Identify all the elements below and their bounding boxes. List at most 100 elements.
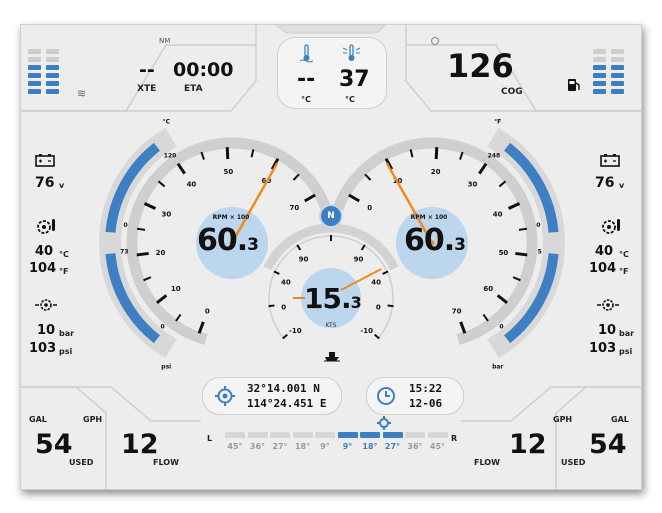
right-gph-label: GPH [553,415,573,424]
tach-tick [156,294,168,305]
rudder-angle-label: 9° [342,442,353,451]
compass-button[interactable]: N [319,204,343,228]
latitude: 32°14.001 N [247,382,320,395]
side-gauge-top-label: 120 [164,153,177,160]
tach-tick-label: 30 [468,181,478,189]
tach-tick-label: 50 [224,168,234,176]
rudder-segment [382,432,403,438]
rudder-segment [315,432,335,438]
right-rpm-label: RPM × 100 [410,214,448,221]
tach-tick [507,202,521,210]
tach-tick [175,313,182,322]
tach-tick [459,321,467,334]
speed-tick-label: -10 [289,327,302,335]
side-gauge-top-label: 248 [488,153,501,160]
speed-tick [268,304,275,308]
side-gauge-pressure-unit: psi [161,364,171,371]
tach-tick-label: 0 [205,308,210,316]
longitude: 114°24.451 E [247,397,327,410]
tach-tick-label: 0 [367,204,372,212]
rudder-angle-label: 45° [429,442,446,451]
tach-tick-label: 50 [499,249,509,257]
rudder-segment [337,432,358,438]
side-gauge-temp-unit: °C [163,118,171,125]
tach-tick [498,180,507,188]
rudder-segment [292,432,313,438]
speed-value: 15.3 [304,282,362,315]
clock-icon [376,386,396,410]
boat-icon [323,347,341,366]
tach-tick-label: 60 [483,285,493,293]
left-used-value: 54 [35,429,73,460]
tach-tick [176,162,186,175]
rudder-segment [405,432,425,438]
tach-tick-label: 20 [156,249,166,257]
tach-tick [200,151,205,160]
left-rpm-value: 60.3 [197,223,259,258]
rudder-segment [270,432,290,438]
rudder-angle-label: 36° [407,442,423,451]
clock-date: 12-06 [409,397,443,410]
speed-tick [387,304,394,308]
speed-tick [382,270,389,275]
rudder-segment [427,432,448,438]
speed-tick [282,333,288,340]
speed-tick [374,333,380,340]
speed-tick-label: 90 [354,256,364,264]
tach-tick [292,173,300,181]
side-gauge-pressure-top-label: 5 [538,249,542,256]
side-gauge-pressure-top-label: 73 [120,249,128,256]
speed-tick-label: -10 [360,327,373,335]
left-gal-label: GAL [29,415,47,424]
left-gph-label: GPH [83,415,103,424]
tach-tick [434,147,439,160]
tach-tick [515,251,528,257]
speed-outer-band [263,223,399,271]
rudder-angle-label: 45° [227,442,243,451]
clock-time: 15:22 [409,382,443,395]
tach-tick [512,276,521,282]
tach-tick [136,227,146,231]
speed-tick [296,244,302,251]
side-gauge-pressure-unit: bar [492,364,503,371]
side-gauge-pressure-mid-label: 0 [160,324,164,331]
rudder-angle-label: 18° [362,442,378,451]
tach-tick [496,294,508,305]
right-gal-label: GAL [611,415,629,424]
rudder-left-label: L [207,434,213,443]
tach-tick-label: 30 [161,210,171,218]
tach-tick-label: 40 [187,181,197,189]
tach-tick [482,313,489,322]
tach-tick [348,193,361,203]
rudder-segment [247,432,268,438]
tach-tick-label: 10 [171,285,181,293]
rudder-angle-label: 18° [294,442,311,451]
tach-tick-label: 70 [452,308,462,316]
rudder-angle-label: 27° [272,442,288,451]
rudder-angle-label: 9° [320,442,330,451]
tach-tick [459,151,464,160]
speed-tick [273,270,280,275]
speed-unit: KTS [325,322,337,329]
speed-tick-label: 40 [371,279,381,287]
rudder-indicator: L R 45° 36° 27° 18° 9° 9° 18° 27° 36° 45° [207,416,459,463]
tach-tick [225,147,230,160]
side-gauge-mid-label: 0 [124,222,128,229]
speed-tick-label: 90 [299,256,309,264]
right-flow-value: 12 [509,429,547,460]
rudder-segment [225,432,245,438]
left-used-label: USED [69,458,94,467]
left-flow-label: FLOW [153,458,179,467]
tach-tick [157,180,166,188]
tach-tick-label: 20 [431,168,441,176]
right-rpm-value: 60.3 [404,223,466,258]
speed-tick-label: 0 [376,303,381,311]
tach-tick [143,276,152,282]
left-flow-value: 12 [121,429,159,460]
dashboard-panel: ≋ NM -- 00:00 XTE ETA -- 37 °C °C 126 CO… [20,24,642,490]
right-flow-label: FLOW [474,458,500,467]
rudder-angle-label: 36° [249,442,266,451]
side-gauge-temp-unit: °F [494,118,501,125]
speed-tick-label: 0 [281,303,286,311]
rudder-angle-label: 27° [384,442,401,451]
